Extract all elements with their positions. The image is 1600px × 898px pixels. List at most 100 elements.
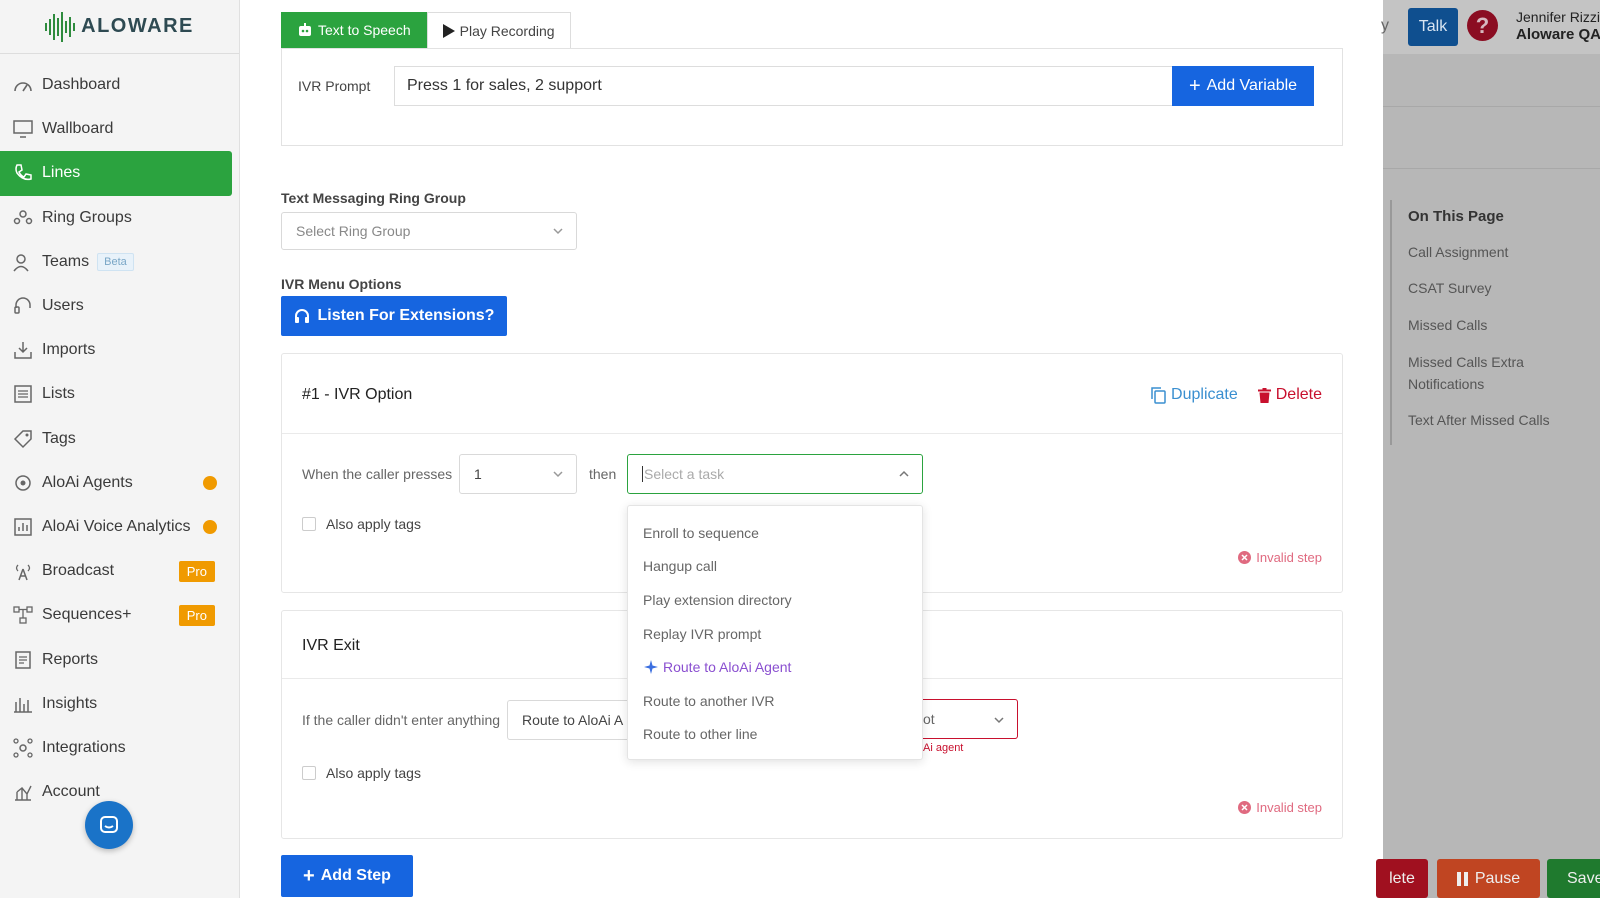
on-this-page-link[interactable]: CSAT Survey	[1408, 277, 1558, 299]
sidebar-item-sequences[interactable]: Sequences+ Pro	[0, 593, 239, 637]
add-step-button[interactable]: + Add Step	[281, 855, 413, 897]
logo-wave-icon	[45, 11, 76, 42]
sidebar-item-teams[interactable]: Teams Beta	[0, 240, 239, 284]
sidebar-item-label: Dashboard	[42, 76, 121, 94]
sidebar-nav: Dashboard Wallboard Lines Ring Groups Teams B…	[0, 54, 239, 814]
task-option[interactable]: Route to AloAi Agent	[628, 650, 922, 684]
sidebar-item-label: Users	[42, 297, 84, 315]
delete-button[interactable]: Delete	[1257, 386, 1322, 404]
apply-tags-checkbox[interactable]	[302, 517, 316, 531]
pro-badge: Pro	[178, 560, 215, 582]
on-this-page-link[interactable]: Text After Missed Calls	[1408, 409, 1558, 431]
invalid-step-indicator: Invalid step	[1238, 550, 1322, 565]
sidebar-item-label: Wallboard	[42, 120, 114, 138]
headphones-icon	[294, 309, 309, 323]
chevron-down-icon	[994, 717, 1004, 724]
pause-button[interactable]: Pause	[1437, 859, 1540, 898]
sidebar-item-dashboard[interactable]: Dashboard	[0, 63, 239, 107]
analytics-icon	[12, 516, 34, 538]
notification-dot	[203, 475, 217, 490]
sequence-icon	[12, 604, 34, 626]
chat-launcher-button[interactable]	[85, 801, 133, 849]
tab-play-recording[interactable]: Play Recording	[426, 12, 571, 48]
divider	[1383, 168, 1600, 169]
then-label: then	[589, 466, 617, 482]
on-this-page-title: On This Page	[1408, 208, 1504, 225]
caller-presses-label: When the caller presses	[302, 466, 453, 482]
duplicate-button[interactable]: Duplicate	[1151, 386, 1238, 404]
talk-button[interactable]: Talk	[1408, 8, 1458, 46]
robot-icon	[299, 23, 311, 36]
digit-select[interactable]: 1	[459, 454, 577, 494]
sidebar-item-label: AloAi Voice Analytics	[42, 517, 191, 535]
sidebar-item-label: Lists	[42, 385, 75, 403]
task-option[interactable]: Play extension directory	[628, 583, 922, 617]
import-icon	[12, 339, 34, 361]
sidebar-item-imports[interactable]: Imports	[0, 328, 239, 372]
plus-icon: +	[303, 865, 315, 887]
task-option[interactable]: Enroll to sequence	[628, 516, 922, 550]
divider	[1383, 106, 1600, 107]
sidebar-item-label: Teams	[42, 252, 90, 270]
report-icon	[12, 649, 34, 671]
task-option[interactable]: Route to other line	[628, 718, 922, 752]
listen-for-extensions-button[interactable]: Listen For Extensions?	[281, 296, 507, 336]
ivr-editor: Text to Speech Play Recording IVR Prompt…	[240, 0, 1383, 898]
sidebar-item-aloai-agents[interactable]: AloAi Agents	[0, 461, 239, 505]
on-this-page-link[interactable]: Call Assignment	[1408, 241, 1558, 263]
user-menu[interactable]: Jennifer Rizzi Aloware QA	[1516, 8, 1600, 44]
task-option[interactable]: Route to another IVR	[628, 684, 922, 718]
on-this-page-link[interactable]: Missed Calls	[1408, 314, 1558, 336]
ivr-option-title: #1 - IVR Option	[302, 386, 413, 403]
sidebar-item-users[interactable]: Users	[0, 284, 239, 328]
exit-apply-tags-checkbox[interactable]	[302, 766, 316, 780]
sidebar-item-ring-groups[interactable]: Ring Groups	[0, 196, 239, 240]
exit-route-select[interactable]: Route to AloAi A	[507, 700, 637, 740]
sidebar-item-broadcast[interactable]: Broadcast Pro	[0, 549, 239, 593]
task-option[interactable]: Hangup call	[628, 550, 922, 584]
sidebar-item-lines[interactable]: Lines	[0, 151, 232, 196]
account-icon	[12, 781, 34, 803]
error-circle-icon	[1238, 801, 1252, 814]
topbar-text-fragment: y	[1381, 17, 1389, 34]
sidebar-item-reports[interactable]: Reports	[0, 637, 239, 681]
tab-text-to-speech[interactable]: Text to Speech	[281, 12, 427, 48]
sidebar-item-integrations[interactable]: Integrations	[0, 726, 239, 770]
list-icon	[12, 383, 34, 405]
on-this-page-link[interactable]: Missed Calls Extra Notifications	[1408, 351, 1558, 395]
monitor-icon	[12, 118, 34, 140]
pause-icon	[1456, 871, 1468, 886]
brand-name: ALOWARE	[81, 15, 194, 37]
delete-line-button[interactable]: lete	[1376, 859, 1428, 898]
ivr-option-header: #1 - IVR Option Duplicate Delete	[282, 354, 1342, 434]
user-name: Jennifer Rizzi	[1516, 9, 1600, 25]
task-option[interactable]: Replay IVR prompt	[628, 617, 922, 651]
sidebar-item-aloai-voice-analytics[interactable]: AloAi Voice Analytics	[0, 505, 239, 549]
exit-target-error: Ai agent	[923, 742, 964, 754]
text-ring-group-select[interactable]: Select Ring Group	[281, 212, 577, 250]
sidebar-item-tags[interactable]: Tags	[0, 417, 239, 461]
task-select[interactable]: Select a task	[627, 454, 923, 494]
sidebar-item-lists[interactable]: Lists	[0, 372, 239, 416]
sidebar-item-wallboard[interactable]: Wallboard	[0, 107, 239, 151]
headset-icon	[12, 295, 34, 317]
add-variable-button[interactable]: + Add Variable	[1172, 66, 1314, 106]
help-icon[interactable]: ?	[1467, 10, 1498, 41]
tag-icon	[12, 428, 34, 450]
no-input-label: If the caller didn't enter anything	[302, 712, 501, 728]
sparkle-icon	[643, 659, 663, 676]
sidebar-item-label: Reports	[42, 650, 99, 668]
sidebar-item-label: Broadcast	[42, 562, 115, 580]
text-ring-group-label: Text Messaging Ring Group	[281, 190, 466, 206]
on-this-page-indicator	[1390, 200, 1392, 445]
aloware-logo[interactable]: ALOWARE	[0, 0, 239, 54]
sidebar-item-insights[interactable]: Insights	[0, 682, 239, 726]
sidebar-item-label: Imports	[42, 341, 96, 359]
save-button[interactable]: Save	[1547, 859, 1600, 898]
ivr-prompt-section: IVR Prompt Press 1 for sales, 2 support …	[281, 48, 1343, 146]
plus-icon: +	[1188, 75, 1201, 97]
ivr-prompt-label: IVR Prompt	[298, 78, 371, 94]
task-option[interactable]: Route to ring group	[628, 751, 922, 759]
apply-tags-label: Also apply tags	[326, 516, 421, 532]
ivr-prompt-input[interactable]: Press 1 for sales, 2 support	[394, 66, 1172, 106]
